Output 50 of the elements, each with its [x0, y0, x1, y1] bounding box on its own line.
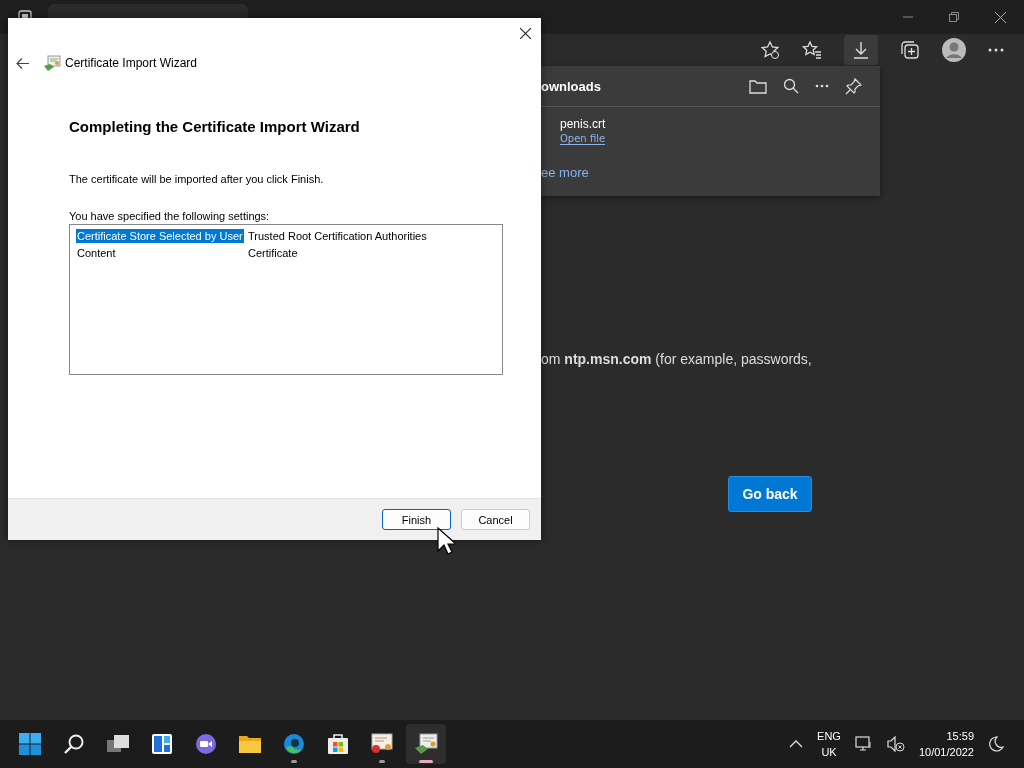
moon-icon[interactable]: [988, 736, 1004, 752]
active-taskbar-button[interactable]: [406, 724, 446, 764]
more-icon[interactable]: [815, 84, 829, 88]
go-back-button[interactable]: Go back: [728, 476, 812, 512]
settings-label: You have specified the following settings:: [69, 210, 271, 222]
video-chat-icon[interactable]: [195, 733, 217, 755]
see-more-link[interactable]: ee more: [541, 165, 880, 180]
collections-icon[interactable]: [900, 40, 920, 60]
start-icon[interactable]: [19, 733, 41, 755]
back-arrow-icon[interactable]: [16, 57, 29, 69]
chevron-up-icon[interactable]: [789, 740, 804, 748]
warning-text: om ntp.msn.com (for example, passwords,: [541, 351, 812, 367]
dialog-title: Certificate Import Wizard: [65, 56, 198, 70]
folder-icon[interactable]: [238, 734, 262, 754]
mouse-pointer-icon: [437, 527, 455, 555]
finish-button[interactable]: Finish: [382, 509, 451, 530]
downloads-button[interactable]: [844, 35, 878, 65]
setting-name[interactable]: Content: [76, 245, 244, 260]
search-icon[interactable]: [783, 78, 799, 94]
more-icon[interactable]: [988, 48, 1004, 52]
shopping-bag-icon[interactable]: [327, 733, 349, 755]
widgets-icon[interactable]: [151, 733, 173, 755]
panel-title: ownloads: [541, 78, 601, 94]
language-indicator[interactable]: ENG UK: [817, 728, 841, 760]
folder-icon[interactable]: [749, 78, 767, 94]
close-icon[interactable]: [995, 11, 1006, 23]
file-name: penis.crt: [560, 117, 606, 131]
wizard-heading: Completing the Certificate Import Wizard: [69, 118, 361, 135]
setting-value: Trusted Root Certification Authorities: [248, 229, 427, 242]
network-icon[interactable]: [854, 736, 873, 752]
restore-icon[interactable]: [949, 12, 959, 22]
certificate-icon[interactable]: [370, 733, 394, 755]
favorites-icon[interactable]: [802, 40, 822, 60]
setting-name[interactable]: Certificate Store Selected by User: [76, 228, 244, 243]
pin-icon[interactable]: [845, 77, 862, 95]
download-icon: [852, 41, 870, 59]
volume-muted-icon[interactable]: [886, 736, 905, 752]
add-favorite-icon[interactable]: [760, 40, 780, 60]
browser-icon[interactable]: [283, 733, 305, 755]
search-icon[interactable]: [63, 733, 85, 755]
clock[interactable]: 15:59 10/01/2022: [918, 728, 974, 760]
certificate-icon[interactable]: [414, 733, 438, 755]
certificate-icon: [43, 54, 61, 72]
profile-icon[interactable]: [942, 38, 966, 62]
stacked-windows-icon[interactable]: [106, 734, 130, 754]
cancel-button[interactable]: Cancel: [461, 509, 530, 530]
open-file-link[interactable]: Open file: [560, 133, 606, 145]
info-text: The certificate will be imported after you click Finish.: [69, 173, 325, 185]
close-icon[interactable]: [520, 28, 531, 39]
setting-value: Certificate: [248, 246, 298, 259]
